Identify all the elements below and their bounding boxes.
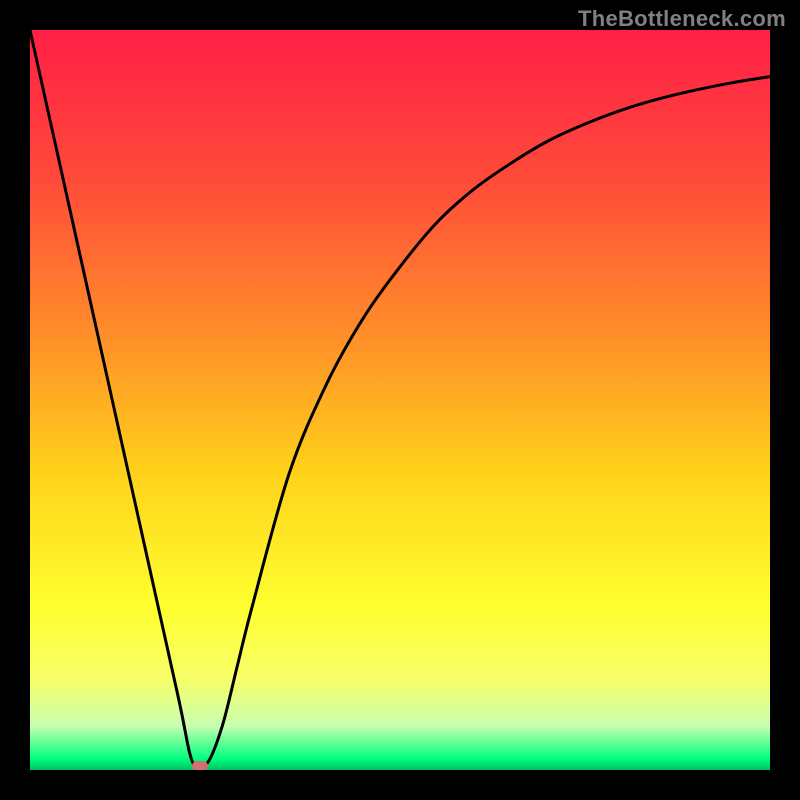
gradient-background	[30, 30, 770, 770]
chart-frame: TheBottleneck.com	[0, 0, 800, 800]
plot-area	[30, 30, 770, 770]
chart-svg	[30, 30, 770, 770]
brand-watermark: TheBottleneck.com	[578, 6, 786, 32]
optimum-marker-icon	[192, 761, 208, 770]
